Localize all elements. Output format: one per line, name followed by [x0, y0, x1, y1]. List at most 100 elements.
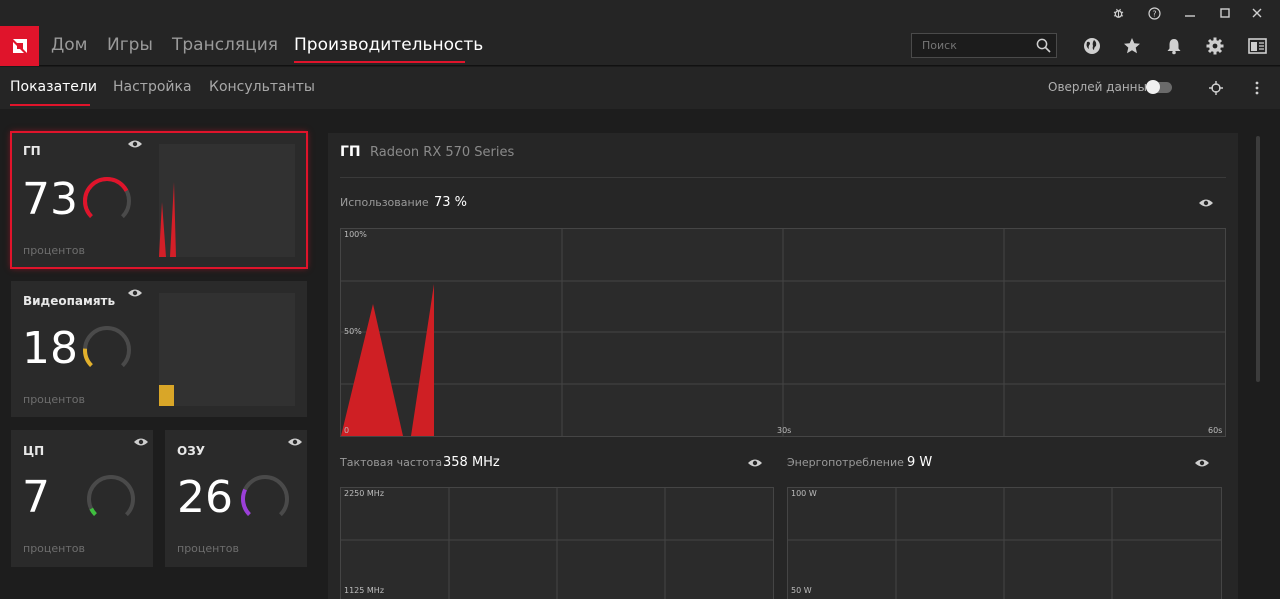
globe-icon [1084, 38, 1100, 54]
gauge-fill [241, 475, 289, 523]
crosshair-icon [1209, 81, 1223, 95]
tab-advisors[interactable]: Консультанты [209, 79, 315, 95]
overlay-position-button[interactable] [1208, 80, 1224, 100]
card-value: 7 [22, 472, 50, 523]
gauge [241, 475, 289, 523]
card-title: Видеопамять [23, 294, 116, 308]
gauge [83, 326, 131, 374]
panel-icon [1247, 38, 1267, 54]
panel-divider [340, 177, 1226, 178]
usage-label: Использование [340, 196, 429, 209]
search-icon [1036, 38, 1051, 53]
amd-logo-icon [12, 39, 27, 53]
overlay-label: Оверлей данных [1048, 80, 1155, 94]
vram-metric-card[interactable]: Видеопамять 18 процентов [11, 281, 307, 417]
eye-icon[interactable] [133, 436, 149, 448]
clock-label: Тактовая частота [340, 456, 443, 469]
axis-label: 100% [344, 230, 367, 239]
search-button[interactable] [1036, 38, 1051, 57]
axis-label: 60s [1208, 426, 1223, 435]
eye-icon[interactable] [747, 457, 763, 469]
title-bar: ? [0, 0, 1280, 26]
gauge-fill [83, 326, 131, 374]
clock-graph: 2250 MHz 1125 MHz [340, 487, 774, 599]
close-icon [1252, 8, 1262, 18]
card-title: ЦП [23, 444, 45, 458]
usage-graph-area [341, 284, 434, 436]
tab-active-indicator [10, 104, 90, 106]
usage-value: 73 % [434, 195, 468, 210]
eye-icon[interactable] [127, 287, 143, 299]
globe-button[interactable] [1082, 36, 1102, 56]
favorites-button[interactable] [1122, 36, 1142, 56]
card-title: ОЗУ [177, 444, 205, 458]
cpu-metric-card[interactable]: ЦП 7 процентов [11, 430, 153, 567]
star-icon [1124, 38, 1140, 54]
more-options-button[interactable] [1252, 80, 1262, 100]
notifications-button[interactable] [1164, 36, 1184, 56]
axis-label: 30s [777, 426, 792, 435]
nav-games[interactable]: Игры [107, 35, 153, 55]
card-value: 26 [177, 472, 233, 523]
card-unit: процентов [23, 542, 85, 555]
help-button[interactable]: ? [1144, 4, 1164, 22]
axis-label: 50 W [791, 586, 812, 595]
power-value: 9 W [907, 455, 933, 470]
nav-streaming[interactable]: Трансляция [172, 35, 278, 55]
help-icon: ? [1147, 6, 1161, 20]
card-unit: процентов [23, 393, 85, 406]
gauge-fill [83, 177, 131, 225]
card-value: 18 [22, 323, 78, 374]
maximize-icon [1220, 8, 1230, 18]
card-value: 73 [22, 174, 78, 225]
overlay-toggle-knob[interactable] [1146, 80, 1160, 94]
card-unit: процентов [23, 244, 85, 257]
axis-label: 50% [344, 327, 362, 336]
bug-icon [1113, 8, 1123, 18]
card-title: ГП [23, 144, 41, 158]
power-graph: 100 W 50 W [787, 487, 1222, 599]
panel-scrollbar[interactable] [1256, 136, 1260, 382]
gear-icon [1206, 37, 1224, 55]
device-name: Radeon RX 570 Series [370, 145, 515, 160]
minimize-icon [1185, 15, 1195, 17]
minimize-button[interactable] [1180, 4, 1200, 22]
settings-button[interactable] [1205, 36, 1225, 56]
nav-active-indicator [294, 61, 465, 63]
gauge [83, 177, 131, 225]
amd-logo[interactable] [0, 26, 39, 66]
more-vertical-icon [1255, 81, 1259, 95]
gpu-mini-graph [159, 144, 295, 257]
vram-mini-graph [159, 293, 295, 406]
nav-home[interactable]: Дом [51, 35, 88, 55]
bug-report-button[interactable] [1108, 4, 1128, 22]
clock-value: 358 MHz [443, 455, 500, 470]
eye-icon[interactable] [1194, 457, 1210, 469]
card-unit: процентов [177, 542, 239, 555]
axis-label: 100 W [791, 489, 817, 498]
eye-icon[interactable] [287, 436, 303, 448]
power-label: Энергопотребление [787, 456, 904, 469]
gauge [87, 475, 135, 523]
panel-title: ГП [340, 144, 361, 160]
tab-metrics[interactable]: Показатели [10, 79, 97, 95]
sub-navigation: Показатели Настройка Консультанты Оверле… [0, 67, 1280, 109]
gauge-fill [87, 475, 135, 523]
maximize-button[interactable] [1215, 4, 1235, 22]
ram-metric-card[interactable]: ОЗУ 26 процентов [165, 430, 307, 567]
usage-graph: 100% 50% 0 30s 60s [340, 228, 1226, 437]
axis-label: 1125 MHz [344, 586, 385, 595]
main-header: Дом Игры Трансляция Производительность [0, 26, 1280, 66]
tab-tuning[interactable]: Настройка [113, 79, 192, 95]
nav-performance[interactable]: Производительность [294, 35, 483, 55]
close-button[interactable] [1247, 4, 1267, 22]
eye-icon[interactable] [127, 138, 143, 150]
svg-text:?: ? [1152, 9, 1156, 18]
gpu-mini-graph-area [159, 182, 176, 257]
eye-icon[interactable] [1198, 197, 1214, 209]
vram-mini-graph-bar [159, 385, 174, 406]
bell-icon [1167, 39, 1181, 55]
gpu-metric-card[interactable]: ГП 73 процентов [10, 131, 308, 269]
axis-label: 0 [344, 426, 350, 435]
panel-toggle-button[interactable] [1247, 36, 1267, 56]
